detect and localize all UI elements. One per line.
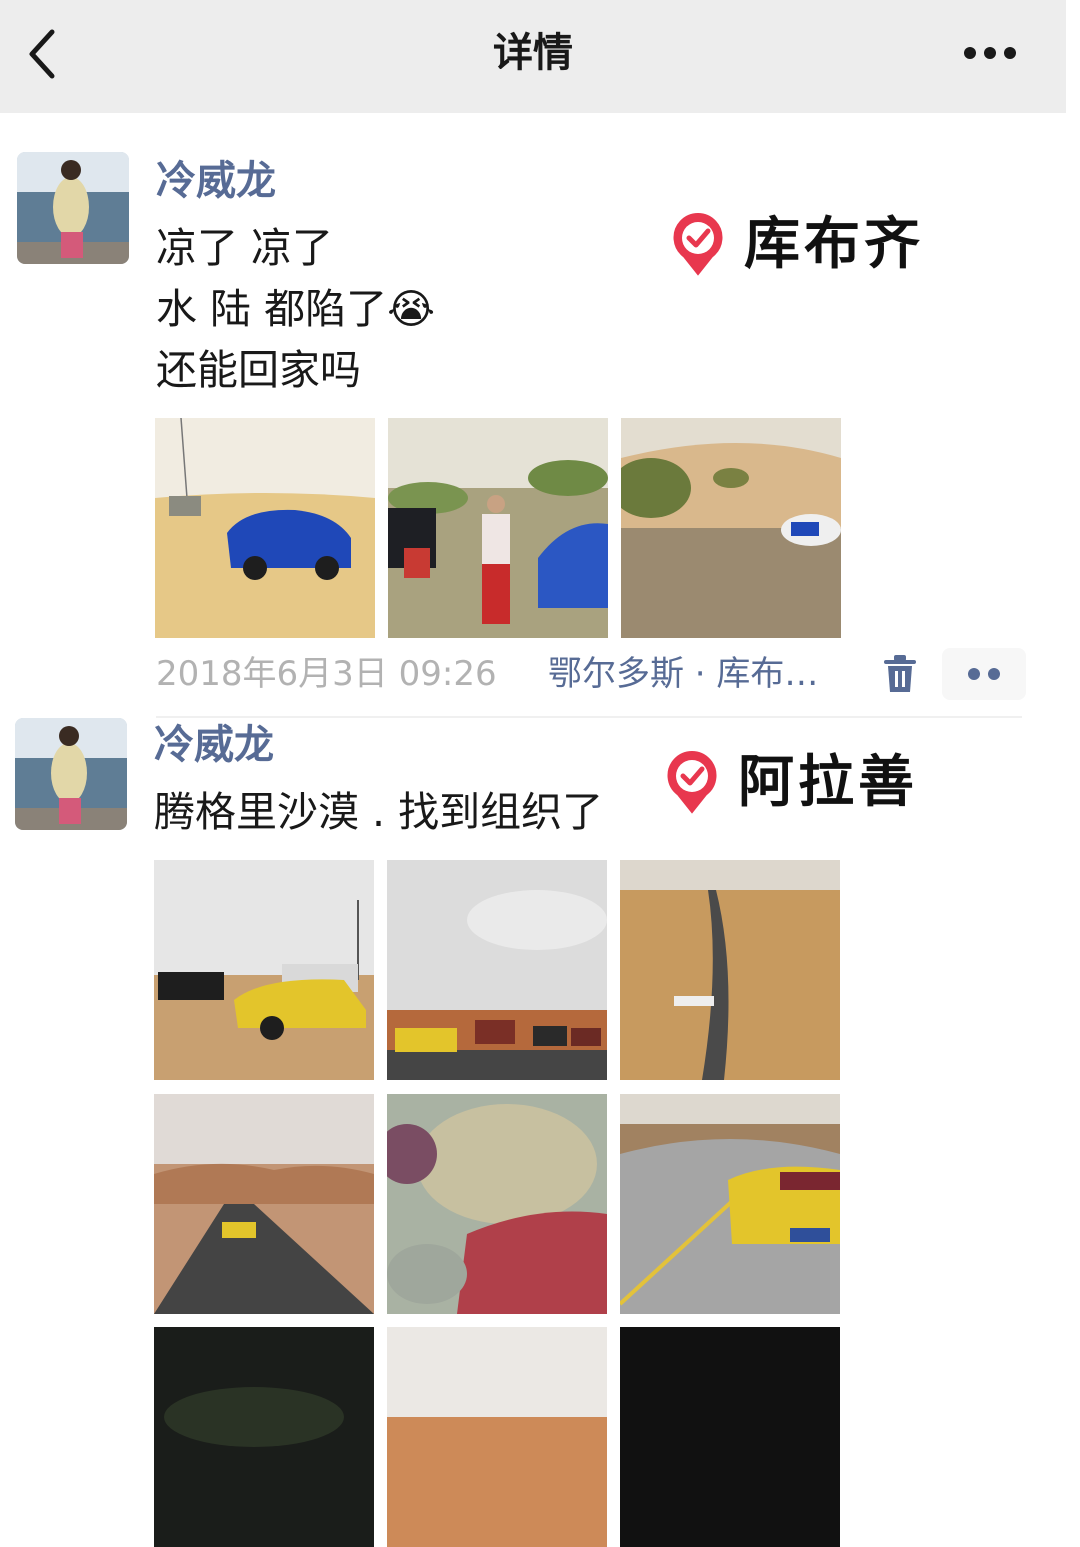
avatar[interactable] — [17, 152, 129, 264]
comment-more-button[interactable] — [942, 648, 1026, 700]
photo-thumbnail[interactable] — [154, 860, 374, 1080]
location-pin-icon — [664, 748, 720, 818]
location-pin-icon — [670, 210, 726, 280]
avatar[interactable] — [15, 718, 127, 830]
photo-thumbnail[interactable] — [620, 1094, 840, 1314]
dots-icon — [968, 668, 1000, 680]
post-location[interactable]: 鄂尔多斯 · 库布… — [548, 650, 848, 698]
photo-thumbnail[interactable] — [387, 1094, 607, 1314]
photo-thumbnail[interactable] — [620, 1327, 840, 1547]
badge-label: 阿拉善 — [738, 750, 918, 815]
post-time: 2018年6月3日 09:26 — [156, 654, 497, 694]
badge-label: 库布齐 — [744, 212, 924, 277]
photo-thumbnail[interactable] — [387, 860, 607, 1080]
post-text: 凉了 凉了 水 陆 都陷了😭 还能回家吗 — [156, 224, 435, 394]
more-dots-icon[interactable] — [960, 46, 1020, 60]
trash-icon[interactable] — [882, 654, 918, 694]
nav-bar: 详情 — [0, 0, 1066, 113]
edge-strip — [1066, 0, 1080, 1440]
post-text: 腾格里沙漠 . 找到组织了 — [154, 788, 604, 836]
photo-thumbnail[interactable] — [154, 1094, 374, 1314]
photo-thumbnail[interactable] — [387, 1327, 607, 1547]
photo-thumbnail[interactable] — [155, 418, 375, 638]
photo-thumbnail[interactable] — [154, 1327, 374, 1547]
divider — [156, 716, 1022, 718]
photo-thumbnail[interactable] — [620, 860, 840, 1080]
photo-thumbnail[interactable] — [388, 418, 608, 638]
author-name[interactable]: 冷威龙 — [154, 720, 274, 770]
page-title: 详情 — [493, 30, 573, 76]
author-name[interactable]: 冷威龙 — [156, 156, 276, 206]
photo-thumbnail[interactable] — [621, 418, 841, 638]
